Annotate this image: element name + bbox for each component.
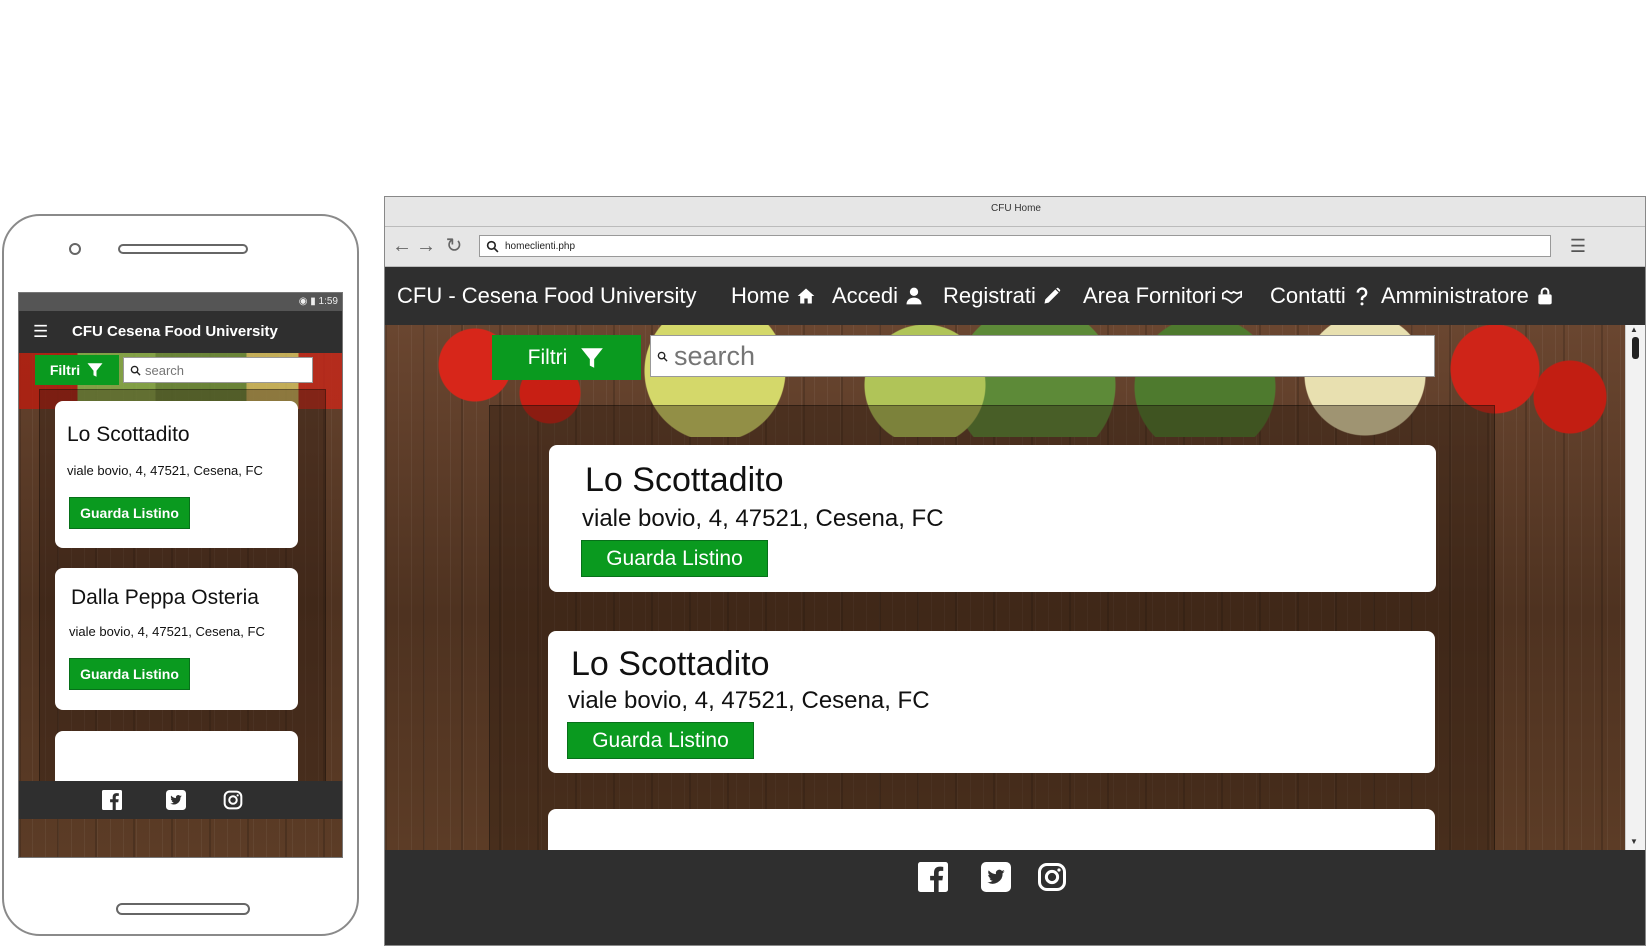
mobile-content: Filtri Lo Scottadito viale bovio, 4, 475…: [19, 353, 342, 815]
scroll-down-arrow-icon[interactable]: ▼: [1630, 837, 1638, 846]
site-brand[interactable]: CFU - Cesena Food University: [397, 267, 697, 325]
mobile-status-bar: ◉ ▮ 1:59: [19, 293, 342, 311]
restaurant-address: viale bovio, 4, 47521, Cesena, FC: [67, 463, 263, 478]
filter-button[interactable]: Filtri: [492, 335, 641, 380]
pencil-icon: [1044, 287, 1061, 304]
browser-window: CFU Home ← → ↻ homeclienti.php ☰ CFU - C…: [384, 196, 1646, 946]
address-bar[interactable]: homeclienti.php: [479, 235, 1551, 257]
vertical-scrollbar[interactable]: ▲ ▼: [1625, 325, 1645, 850]
nav-item-amministratore[interactable]: Amministratore: [1381, 267, 1555, 325]
browser-menu-icon[interactable]: ☰: [1567, 235, 1589, 257]
signal-icon: ▮: [310, 296, 316, 307]
nav-label: Area Fornitori: [1083, 283, 1217, 308]
restaurant-card-partial: [548, 809, 1435, 850]
phone-home-button[interactable]: [116, 903, 250, 915]
nav-label: Accedi: [832, 283, 899, 308]
site-navbar: CFU - Cesena Food University Home Accedi…: [385, 267, 1645, 325]
twitter-icon[interactable]: [166, 790, 186, 810]
search-icon: [130, 365, 141, 376]
view-menu-button[interactable]: Guarda Listino: [69, 497, 190, 529]
restaurant-address: viale bovio, 4, 47521, Cesena, FC: [568, 687, 930, 714]
filter-label: Filtri: [527, 345, 568, 369]
nav-label: Amministratore: [1381, 283, 1529, 308]
site-footer: [385, 850, 1645, 945]
restaurant-name: Lo Scottadito: [571, 645, 770, 683]
restaurant-address: viale bovio, 4, 47521, Cesena, FC: [69, 624, 265, 639]
question-icon: [1356, 287, 1368, 306]
mobile-screen: ◉ ▮ 1:59 ☰ CFU Cesena Food University Fi…: [18, 292, 343, 858]
mobile-footer: [19, 781, 342, 819]
lock-icon: [1538, 287, 1552, 305]
restaurant-card: Lo Scottadito viale bovio, 4, 47521, Ces…: [55, 401, 298, 548]
nav-item-accedi[interactable]: Accedi: [832, 267, 924, 325]
scroll-thumb[interactable]: [1632, 337, 1639, 359]
instagram-icon[interactable]: [1037, 862, 1067, 892]
scroll-up-arrow-icon[interactable]: ▲: [1630, 325, 1638, 334]
nav-item-contatti[interactable]: Contatti: [1270, 267, 1372, 325]
mobile-topbar: ☰ CFU Cesena Food University: [19, 311, 342, 353]
mobile-filter-button[interactable]: Filtri: [35, 355, 119, 385]
back-arrow-icon[interactable]: ←: [391, 235, 413, 257]
restaurant-name: Lo Scottadito: [585, 461, 784, 499]
browser-toolbar: ← → ↻ homeclienti.php ☰: [385, 227, 1645, 267]
restaurant-name: Lo Scottadito: [67, 423, 190, 446]
hamburger-menu-icon[interactable]: ☰: [33, 323, 49, 341]
phone-camera: [69, 243, 81, 255]
search-icon: [657, 351, 668, 362]
mobile-search-input[interactable]: [145, 362, 295, 378]
view-menu-button[interactable]: Guarda Listino: [581, 540, 768, 577]
nav-label: Home: [731, 283, 790, 308]
restaurant-card: Dalla Peppa Osteria viale bovio, 4, 4752…: [55, 568, 298, 710]
view-menu-button[interactable]: Guarda Listino: [567, 722, 754, 759]
facebook-icon[interactable]: [918, 862, 948, 892]
nav-item-home[interactable]: Home: [731, 267, 816, 325]
facebook-icon[interactable]: [102, 790, 122, 810]
restaurant-card: Lo Scottadito viale bovio, 4, 47521, Ces…: [549, 445, 1436, 592]
browser-title-bar: CFU Home: [385, 197, 1645, 227]
restaurant-card: Lo Scottadito viale bovio, 4, 47521, Ces…: [548, 631, 1435, 773]
forward-arrow-icon[interactable]: →: [415, 235, 437, 257]
nav-label: Registrati: [943, 283, 1036, 308]
handshake-icon: [1222, 290, 1243, 304]
phone-speaker: [118, 244, 248, 254]
search-input[interactable]: [674, 340, 1374, 372]
filter-label: Filtri: [49, 362, 81, 378]
search-box[interactable]: [650, 335, 1435, 377]
url-text: homeclienti.php: [505, 240, 576, 252]
nav-item-area-fornitori[interactable]: Area Fornitori: [1083, 267, 1243, 325]
restaurant-address: viale bovio, 4, 47521, Cesena, FC: [582, 505, 944, 532]
brand-label: CFU - Cesena Food University: [397, 283, 697, 308]
user-icon: [906, 287, 922, 305]
restaurant-name: Dalla Peppa Osteria: [71, 586, 259, 609]
view-menu-button[interactable]: Guarda Listino: [69, 658, 190, 690]
filter-icon: [87, 363, 103, 377]
twitter-icon[interactable]: [981, 862, 1011, 892]
filter-icon: [581, 347, 604, 368]
nav-label: Contatti: [1270, 283, 1346, 308]
reload-icon[interactable]: ↻: [443, 235, 465, 257]
instagram-icon[interactable]: [223, 790, 243, 810]
mobile-app-title: CFU Cesena Food University: [72, 323, 278, 340]
search-icon: [486, 240, 499, 252]
status-time: 1:59: [318, 296, 338, 307]
browser-content: Filtri Lo Scottadito viale bovio, 4, 475…: [385, 325, 1625, 850]
wifi-icon: ◉: [298, 296, 308, 307]
home-icon: [797, 288, 815, 304]
nav-item-registrati[interactable]: Registrati: [943, 267, 1062, 325]
mobile-search-box[interactable]: [123, 357, 313, 383]
